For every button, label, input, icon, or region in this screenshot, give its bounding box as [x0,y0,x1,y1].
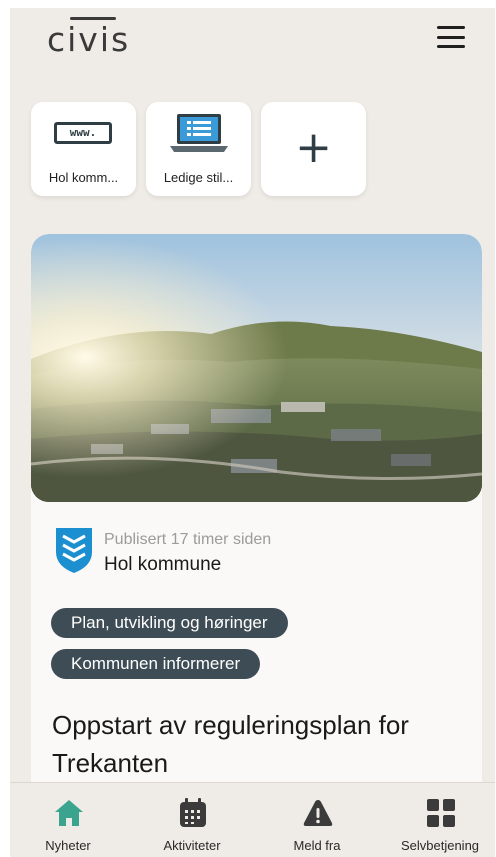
nav-item-selvbetjening[interactable]: Selvbetjening [385,783,495,857]
app-logo: civis [47,20,131,59]
nav-item-aktiviteter[interactable]: Aktiviteter [137,783,247,857]
app-screen: civis www. Hol komm... Ledige stil... + [10,8,495,857]
shortcut-label: Ledige stil... [163,170,234,185]
calendar-icon [180,798,206,827]
house-icon [55,800,83,826]
laptop-icon [170,114,228,152]
warning-icon [303,800,333,826]
nav-item-nyheter[interactable]: Nyheter [13,783,123,857]
shortcut-hol-kommune[interactable]: www. Hol komm... [31,102,136,196]
published-time: Publisert 17 timer siden [104,531,272,548]
app-header: civis [10,8,495,68]
shortcut-ledige-stillinger[interactable]: Ledige stil... [146,102,251,196]
hamburger-menu-icon[interactable] [437,26,465,48]
tag-plan-utvikling[interactable]: Plan, utvikling og høringer [51,608,288,638]
add-shortcut-button[interactable]: + [261,102,366,196]
news-hero-image [31,234,482,502]
publisher-name: Hol kommune [104,554,222,575]
bottom-navigation: Nyheter Aktiviteter Meld fra Selvbetjeni… [10,782,495,857]
nav-label: Meld fra [293,838,341,853]
nav-label: Aktiviteter [163,838,221,853]
nav-label: Selvbetjening [400,838,480,853]
grid-icon [427,799,455,827]
news-card[interactable]: Publisert 17 timer siden Hol kommune Pla… [31,234,482,857]
nav-label: Nyheter [45,838,91,853]
plus-icon: + [295,122,332,173]
hol-kommune-crest-icon [56,528,92,573]
nav-item-meld-fra[interactable]: Meld fra [262,783,372,857]
www-icon: www. [54,122,112,144]
tag-kommunen-informerer[interactable]: Kommunen informerer [51,649,261,679]
news-headline: Oppstart av reguleringsplan for Trekante… [52,710,409,778]
shortcut-label: Hol komm... [48,170,119,185]
